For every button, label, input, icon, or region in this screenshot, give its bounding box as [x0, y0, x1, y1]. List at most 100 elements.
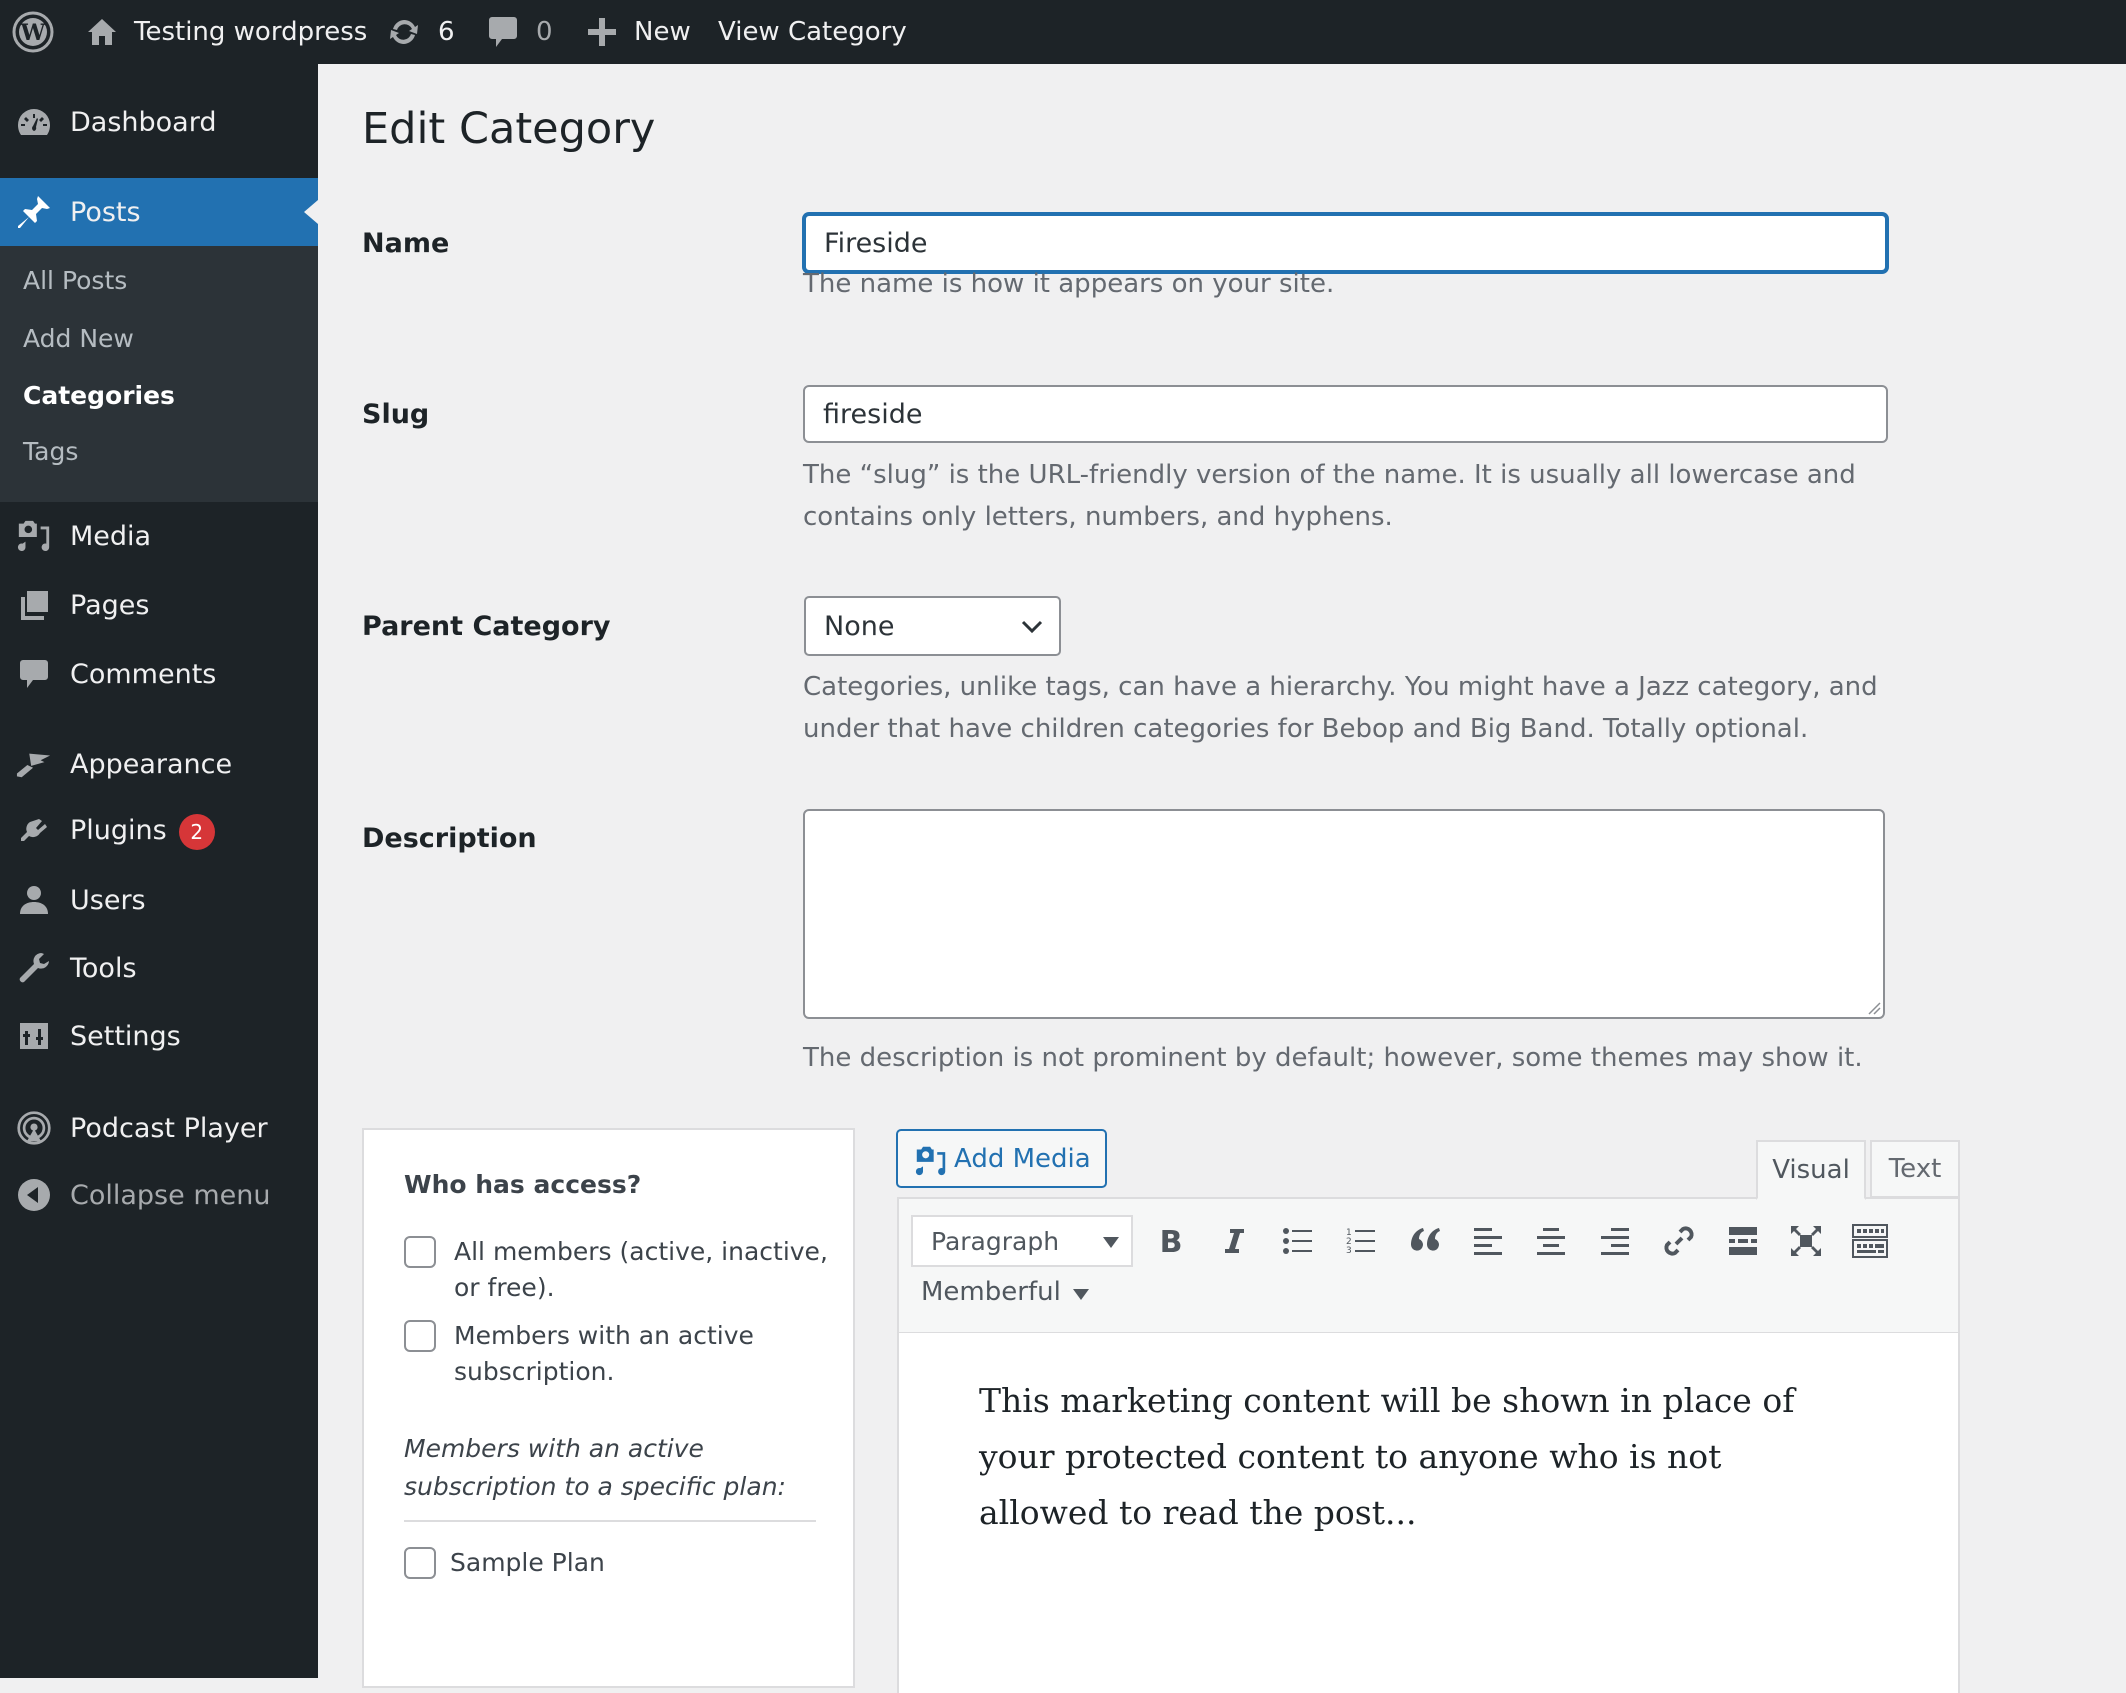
numbered-list-button[interactable]: 123 [1337, 1217, 1385, 1265]
bulleted-list-icon [1283, 1228, 1312, 1254]
sidebar-item-appearance[interactable]: Appearance [0, 734, 318, 794]
wordpress-logo-button[interactable]: W [12, 0, 54, 64]
plugin-icon [16, 814, 52, 850]
collapse-menu-button[interactable]: Collapse menu [0, 1165, 318, 1225]
name-label: Name [362, 228, 450, 259]
checkbox[interactable] [404, 1547, 436, 1579]
bold-button[interactable]: B [1147, 1217, 1195, 1265]
insert-link-button[interactable] [1655, 1217, 1703, 1265]
sidebar-item-label: Users [70, 884, 146, 916]
updates-icon [390, 19, 418, 45]
new-content-link[interactable]: New [588, 0, 691, 64]
checkbox[interactable] [404, 1236, 436, 1268]
comment-icon [16, 656, 52, 692]
wordpress-logo-icon: W [12, 11, 54, 53]
description-textarea[interactable] [803, 809, 1885, 1019]
fullscreen-icon [1791, 1226, 1821, 1256]
submenu-item-all-posts[interactable]: All Posts [23, 266, 127, 295]
posts-submenu: All Posts Add New Categories Tags [0, 246, 318, 502]
view-category-link[interactable]: View Category [718, 0, 907, 64]
sidebar-item-label: Plugins 2 [70, 814, 215, 850]
brush-icon [16, 746, 52, 782]
editor-content-text: This marketing content will be shown in … [979, 1381, 1795, 1532]
plan-note: Members with an active subscription to a… [404, 1434, 786, 1501]
sidebar-item-podcast-player[interactable]: Podcast Player [0, 1098, 318, 1158]
plan-option-sample-plan[interactable]: Sample Plan [404, 1545, 834, 1581]
submenu-item-tags[interactable]: Tags [23, 437, 78, 466]
sidebar-item-label: Comments [70, 658, 217, 690]
slug-input[interactable]: fireside [803, 385, 1888, 443]
media-icon [16, 518, 52, 554]
toolbar-toggle-button[interactable] [1846, 1217, 1894, 1265]
align-center-button[interactable] [1528, 1217, 1576, 1265]
admin-sidebar: Dashboard Posts All Posts Add New Catego… [0, 64, 318, 1678]
comments-count: 0 [536, 17, 553, 47]
bold-icon: B [1160, 1226, 1183, 1256]
sidebar-item-users[interactable]: Users [0, 870, 318, 930]
access-control-box: Who has access? All members (active, ina… [362, 1128, 855, 1688]
align-left-button[interactable] [1465, 1217, 1513, 1265]
submenu-item-categories[interactable]: Categories [23, 381, 175, 410]
sidebar-item-pages[interactable]: Pages [0, 575, 318, 635]
parent-category-help: Categories, unlike tags, can have a hier… [803, 672, 1878, 744]
sidebar-item-settings[interactable]: Settings [0, 1006, 318, 1066]
sidebar-item-label: Appearance [70, 748, 233, 780]
format-select[interactable]: Paragraph [911, 1215, 1133, 1267]
blockquote-button[interactable] [1401, 1217, 1449, 1265]
svg-text:3: 3 [1346, 1246, 1352, 1255]
sidebar-item-dashboard[interactable]: Dashboard [0, 92, 318, 152]
sidebar-item-media[interactable]: Media [0, 506, 318, 566]
italic-button[interactable] [1210, 1217, 1258, 1265]
dashboard-icon [16, 104, 52, 140]
comments-link[interactable]: 0 [488, 0, 553, 64]
add-media-button[interactable]: Add Media [896, 1129, 1107, 1188]
tab-visual[interactable]: Visual [1756, 1140, 1866, 1200]
editor-content-area[interactable]: This marketing content will be shown in … [897, 1333, 1960, 1693]
tab-text[interactable]: Text [1870, 1140, 1960, 1198]
sidebar-item-label: Pages [70, 589, 150, 621]
home-icon [88, 19, 116, 45]
settings-icon [16, 1018, 52, 1054]
page-title: Edit Category [362, 104, 656, 154]
pin-icon [16, 194, 52, 230]
sidebar-item-label: Collapse menu [70, 1179, 271, 1211]
parent-category-select[interactable]: None [804, 596, 1061, 656]
access-option-all-members[interactable]: All members (active, inactive, or free). [404, 1234, 834, 1306]
plugins-label: Plugins [70, 815, 167, 846]
updates-count: 6 [438, 17, 455, 47]
site-name-link[interactable]: Testing wordpress [86, 0, 367, 64]
submenu-item-add-new[interactable]: Add New [23, 324, 134, 353]
checkbox-label: All members (active, inactive, or free). [454, 1237, 828, 1302]
checkbox[interactable] [404, 1320, 436, 1352]
align-right-button[interactable] [1592, 1217, 1640, 1265]
wrench-icon [16, 950, 52, 986]
media-icon [915, 1146, 946, 1176]
sidebar-item-tools[interactable]: Tools [0, 938, 318, 998]
read-more-button[interactable] [1719, 1217, 1767, 1265]
sidebar-item-label: Settings [70, 1020, 181, 1052]
collapse-icon [16, 1177, 52, 1213]
align-left-icon [1474, 1228, 1502, 1255]
svg-text:W: W [20, 20, 46, 46]
slug-label: Slug [362, 399, 430, 430]
bulleted-list-button[interactable] [1274, 1217, 1322, 1265]
svg-text:B: B [1160, 1226, 1183, 1256]
keyboard-icon [1852, 1224, 1888, 1258]
pages-icon [16, 587, 52, 623]
fullscreen-button[interactable] [1782, 1217, 1830, 1265]
site-name: Testing wordpress [134, 17, 368, 47]
dropdown-arrow-icon [1103, 1237, 1119, 1248]
podcast-icon [16, 1110, 52, 1146]
resize-grip-icon[interactable] [1865, 999, 1881, 1015]
memberful-menu[interactable]: Memberful [921, 1277, 1089, 1307]
description-help: The description is not prominent by defa… [803, 1043, 1863, 1073]
sidebar-item-plugins[interactable]: Plugins 2 [0, 802, 318, 862]
dropdown-arrow-icon [1072, 1288, 1089, 1300]
comment-icon [489, 17, 517, 47]
chevron-down-icon [1021, 620, 1043, 634]
align-right-icon [1601, 1228, 1629, 1255]
sidebar-item-posts[interactable]: Posts [0, 178, 318, 246]
access-option-active-subscription[interactable]: Members with an active subscription. [404, 1318, 834, 1390]
updates-link[interactable]: 6 [386, 0, 455, 64]
sidebar-item-comments[interactable]: Comments [0, 644, 318, 704]
